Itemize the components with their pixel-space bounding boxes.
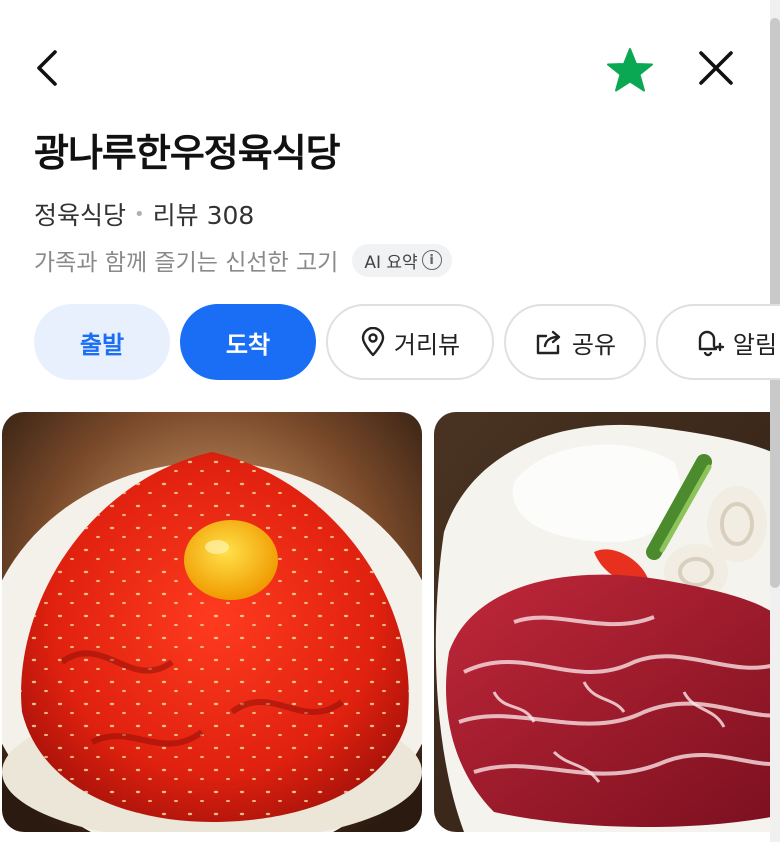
- back-button[interactable]: [22, 44, 70, 92]
- close-icon: [699, 51, 733, 85]
- start-button-label: 출발: [79, 330, 125, 359]
- street-view-label: 거리뷰: [393, 330, 461, 359]
- food-photo-image: [2, 412, 422, 832]
- summary-text: 가족과 함께 즐기는 신선한 고기: [34, 250, 339, 276]
- photo-gallery[interactable]: [0, 412, 770, 832]
- close-button[interactable]: [692, 44, 740, 92]
- arrive-button[interactable]: 도착: [180, 304, 316, 380]
- ai-summary-badge[interactable]: AI 요약 i: [352, 243, 452, 277]
- bell-plus-icon: [698, 330, 725, 357]
- photo-yukhoe[interactable]: [2, 412, 422, 832]
- place-name: 광나루한우정육식당: [34, 131, 341, 175]
- arrive-button-label: 도착: [225, 330, 271, 359]
- favorite-button[interactable]: [604, 44, 656, 96]
- share-button[interactable]: 공유: [504, 304, 646, 380]
- photo-sliced-beef[interactable]: [434, 412, 770, 832]
- place-summary: 가족과 함께 즐기는 신선한 고기 AI 요약 i: [34, 243, 452, 277]
- star-icon: [607, 48, 653, 92]
- chevron-left-icon: [37, 50, 57, 86]
- food-photo-image: [434, 412, 770, 832]
- alert-button[interactable]: 알림: [656, 304, 780, 380]
- top-bar: [0, 0, 780, 120]
- start-button[interactable]: 출발: [34, 304, 170, 380]
- share-icon: [536, 330, 561, 355]
- place-meta: 정육식당 • 리뷰 308: [34, 196, 254, 232]
- place-category: 정육식당: [34, 201, 127, 230]
- info-icon: i: [421, 250, 442, 270]
- street-view-button[interactable]: 거리뷰: [326, 304, 494, 380]
- action-buttons: 출발 도착 거리뷰 공유 알림: [34, 304, 780, 380]
- review-count-link[interactable]: 리뷰 308: [153, 196, 255, 232]
- share-label: 공유: [571, 330, 617, 359]
- separator-dot: •: [134, 203, 145, 225]
- alert-label: 알림: [732, 330, 778, 359]
- map-pin-icon: [361, 327, 385, 357]
- ai-badge-label: AI 요약: [364, 252, 418, 273]
